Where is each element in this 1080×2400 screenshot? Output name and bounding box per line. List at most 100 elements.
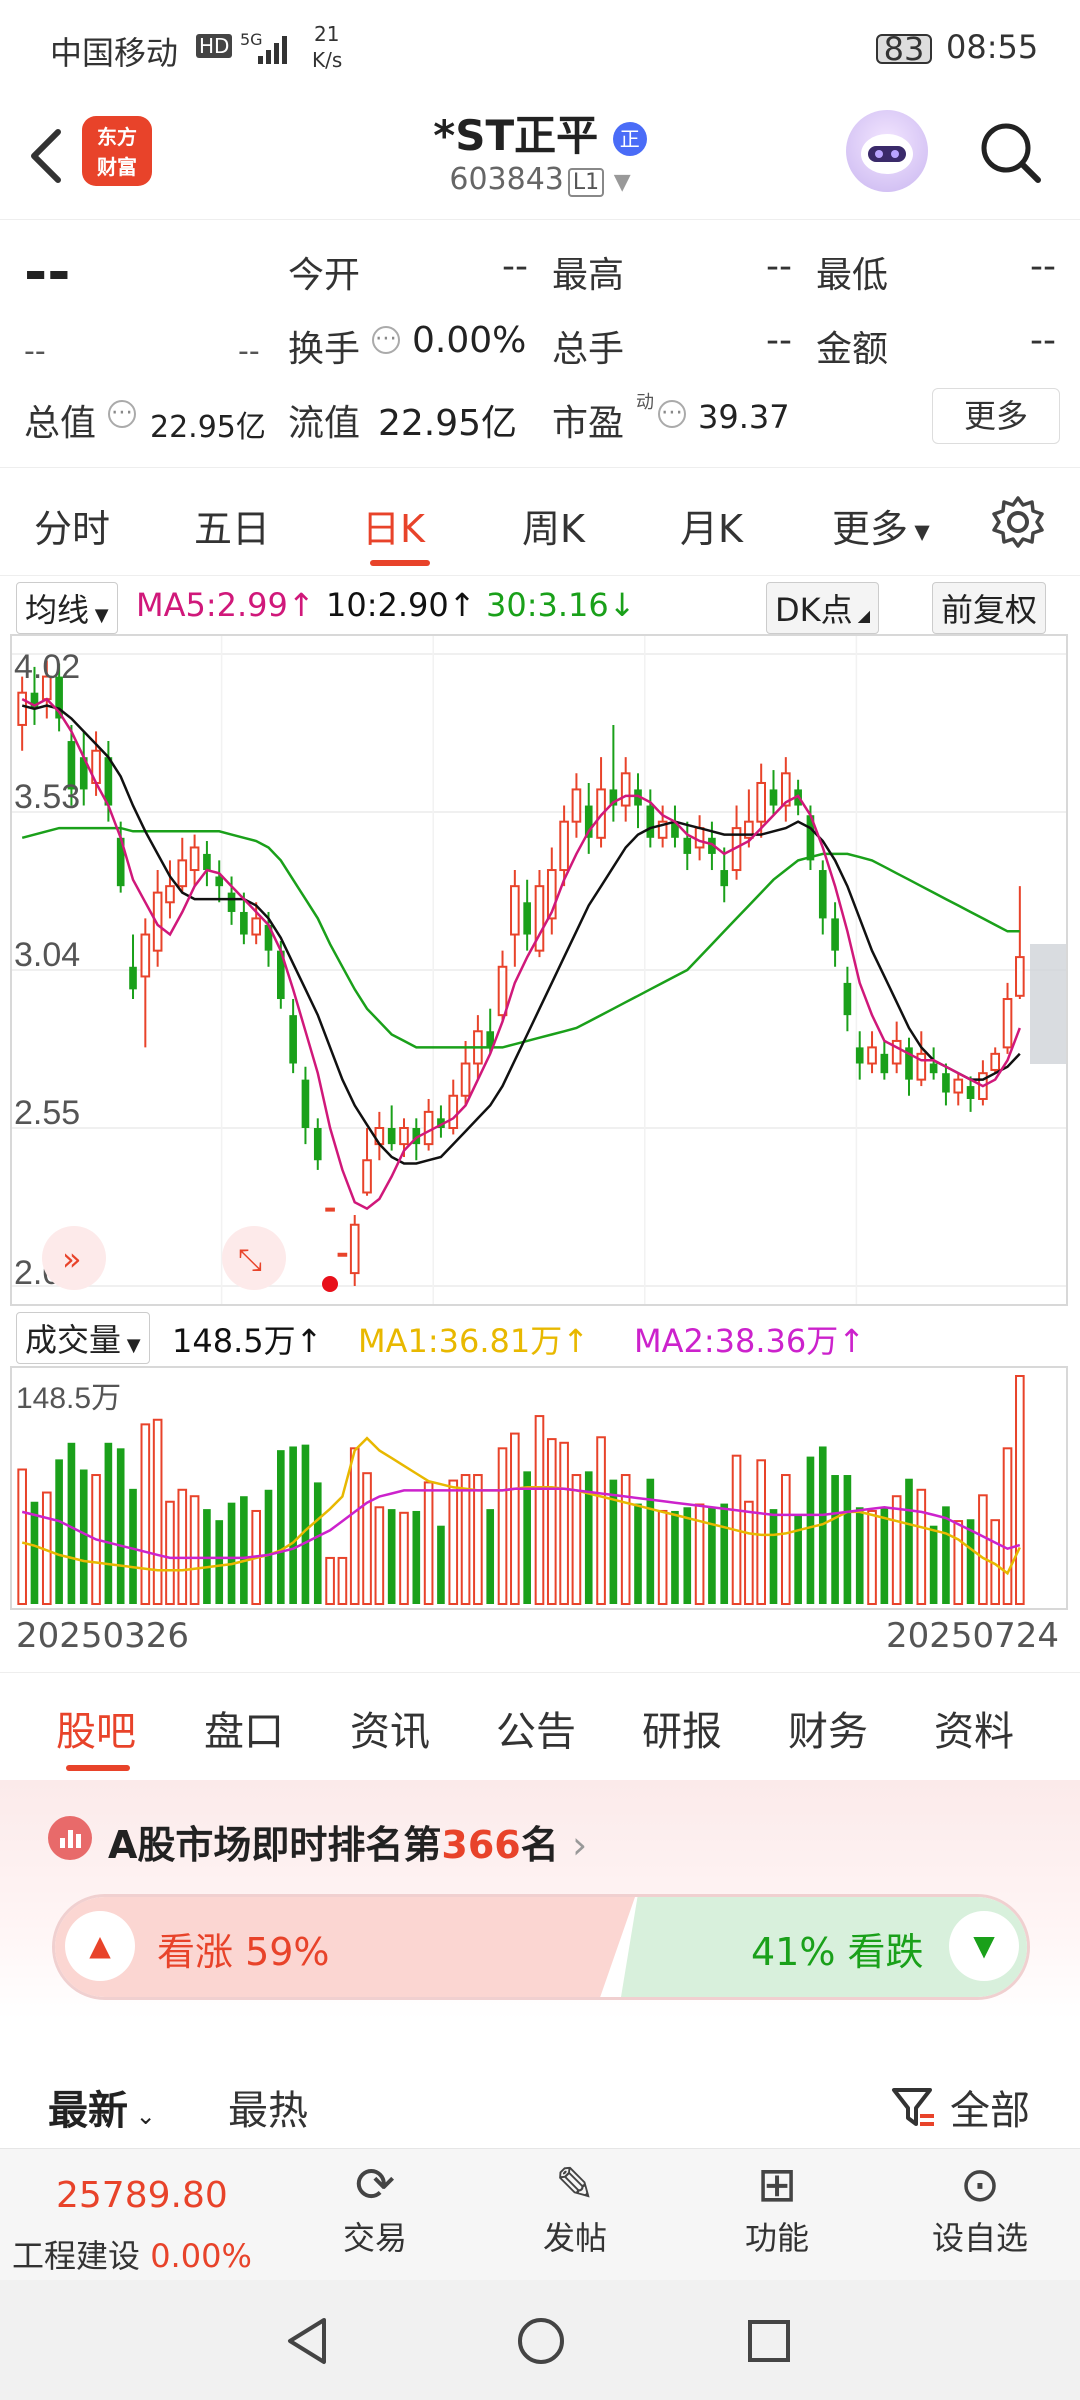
tab-more[interactable]: 更多 ▼: [832, 498, 930, 553]
tab-monthly-k[interactable]: 月K: [680, 498, 743, 553]
candle-body: [867, 1046, 877, 1065]
volume-bar: [559, 1441, 569, 1606]
rank-icon: [48, 1816, 92, 1860]
event-marker-dot[interactable]: [322, 1276, 338, 1292]
price-tick-label: 3.53: [14, 778, 80, 816]
candle-body: [720, 870, 729, 887]
functions-button[interactable]: ⊞ 功能: [732, 2157, 822, 2259]
dk-point-label: DK点: [775, 591, 853, 629]
carrier-label: 中国移动: [50, 34, 179, 72]
tab-announcements[interactable]: 公告: [496, 1699, 576, 1757]
market-rank-text[interactable]: A股市场即时排名第366名 ›: [108, 1814, 587, 1869]
stock-code-row[interactable]: 603843 L1 ▼: [330, 162, 750, 197]
active-tab-indicator: [370, 560, 430, 566]
app-logo-line2: 财富: [97, 155, 137, 179]
feed-filter-row: 最新 ⌄ 最热 全部: [0, 2060, 1080, 2150]
tab-weekly-k[interactable]: 周K: [522, 498, 585, 553]
volume-bar: [929, 1525, 938, 1604]
dk-point-button[interactable]: DK点 ◢: [766, 582, 880, 634]
post-button[interactable]: ✎ 发帖: [530, 2157, 620, 2259]
candle-body: [240, 911, 248, 935]
system-nav-bar: [0, 2280, 1080, 2400]
tab-profile[interactable]: 资料: [934, 1699, 1014, 1757]
assistant-avatar[interactable]: [846, 110, 928, 192]
index-name: 工程建设 0.00%: [12, 2237, 252, 2275]
volume-bar: [546, 1438, 557, 1605]
price-tick-label: 3.04: [14, 936, 80, 974]
low-label: 最低: [816, 255, 889, 296]
add-watchlist-button[interactable]: ⊙ 设自选: [920, 2157, 1040, 2259]
tab-order-book[interactable]: 盘口: [204, 1699, 284, 1757]
bullish-segment[interactable]: [55, 1897, 635, 1997]
filter-all[interactable]: 全部: [950, 2078, 1030, 2136]
volume-bar: [30, 1501, 39, 1604]
tab-hottest[interactable]: 最热: [228, 2078, 308, 2136]
volume-select[interactable]: 成交量 ▼: [16, 1312, 150, 1364]
date-start: 20250326: [16, 1616, 190, 1656]
grid-icon: ⊞: [756, 2157, 798, 2213]
chevron-down-icon: ▼: [89, 605, 109, 626]
candle-body: [325, 1207, 335, 1212]
volume-bar: [276, 1450, 285, 1604]
index-value[interactable]: 25789.80: [56, 2175, 228, 2216]
trade-button[interactable]: ⟳ 交易: [330, 2157, 420, 2259]
tab-guba[interactable]: 股吧: [56, 1699, 136, 1757]
price-tick-label: 4.02: [14, 648, 80, 686]
pe-value: 39.37: [698, 398, 790, 436]
info-icon[interactable]: ⋯: [658, 400, 686, 428]
tab-intraday[interactable]: 分时: [34, 498, 110, 553]
back-icon[interactable]: [26, 126, 66, 186]
tab-financials[interactable]: 财务: [788, 1699, 868, 1757]
nav-back-icon[interactable]: [284, 2316, 330, 2366]
volume-bar: [55, 1459, 63, 1604]
info-icon[interactable]: ⋯: [372, 326, 400, 354]
triangle-down-icon[interactable]: ▼: [949, 1911, 1019, 1981]
volume-bar: [460, 1474, 471, 1605]
search-icon[interactable]: [976, 118, 1044, 186]
pe-label: 市盈: [552, 403, 625, 444]
open-value: --: [502, 246, 528, 287]
kline-chart[interactable]: 4.023.533.042.552.06 » ⤡: [10, 634, 1068, 1306]
arrow-up-icon: ↑: [448, 586, 476, 624]
candle-body: [423, 1110, 434, 1146]
app-logo[interactable]: 东方 财富: [82, 116, 152, 186]
tab-five-day[interactable]: 五日: [194, 498, 270, 553]
tab-daily-k[interactable]: 日K: [362, 498, 425, 553]
candle-body: [399, 1127, 409, 1146]
nav-recents-icon[interactable]: [746, 2318, 792, 2364]
info-icon[interactable]: ⋯: [108, 400, 136, 428]
candle-body: [1002, 998, 1013, 1049]
adjust-button[interactable]: 前复权: [932, 582, 1047, 634]
candle-body: [523, 902, 531, 935]
tab-news[interactable]: 资讯: [350, 1699, 430, 1757]
filter-icon[interactable]: [890, 2084, 936, 2130]
more-quote-button[interactable]: 更多: [932, 388, 1060, 444]
volume-bar: [240, 1496, 248, 1604]
volume-bar: [523, 1471, 531, 1604]
volume-ma2: MA2:38.36万↑: [634, 1316, 865, 1362]
ma-select[interactable]: 均线 ▼: [16, 582, 118, 634]
candle-body: [953, 1078, 964, 1094]
mktcap-value: 22.95亿: [150, 410, 266, 445]
volume-chart[interactable]: 148.5万: [10, 1366, 1068, 1610]
triangle-up-icon[interactable]: ▲: [65, 1911, 135, 1981]
ma30-label: 30:3.16: [486, 586, 609, 624]
volume-bar: [177, 1488, 188, 1605]
amount-label: 金额: [816, 329, 889, 370]
ma-indicator-bar: 均线 ▼ MA5:2.99↑ 10:2.90↑ 30:3.16↓ DK点 ◢ 前…: [16, 582, 1066, 634]
date-end: 20250724: [886, 1616, 1060, 1656]
candle-body: [966, 1086, 975, 1099]
tab-more-label: 更多: [832, 507, 909, 551]
post-label: 发帖: [542, 2219, 607, 2257]
amount-value: --: [1030, 320, 1056, 361]
tab-latest[interactable]: 最新 ⌄: [48, 2078, 156, 2136]
nav-home-icon[interactable]: [516, 2316, 566, 2366]
tab-research[interactable]: 研报: [642, 1699, 722, 1757]
gear-icon[interactable]: [990, 494, 1046, 550]
candle-body: [460, 1062, 471, 1097]
volume-ma2-label: MA2:38.36万: [634, 1322, 839, 1360]
price-change: --: [24, 334, 46, 369]
volume-bar: [486, 1509, 495, 1604]
corner-arrow-icon: ◢: [852, 606, 871, 625]
candle-body: [337, 1252, 348, 1257]
